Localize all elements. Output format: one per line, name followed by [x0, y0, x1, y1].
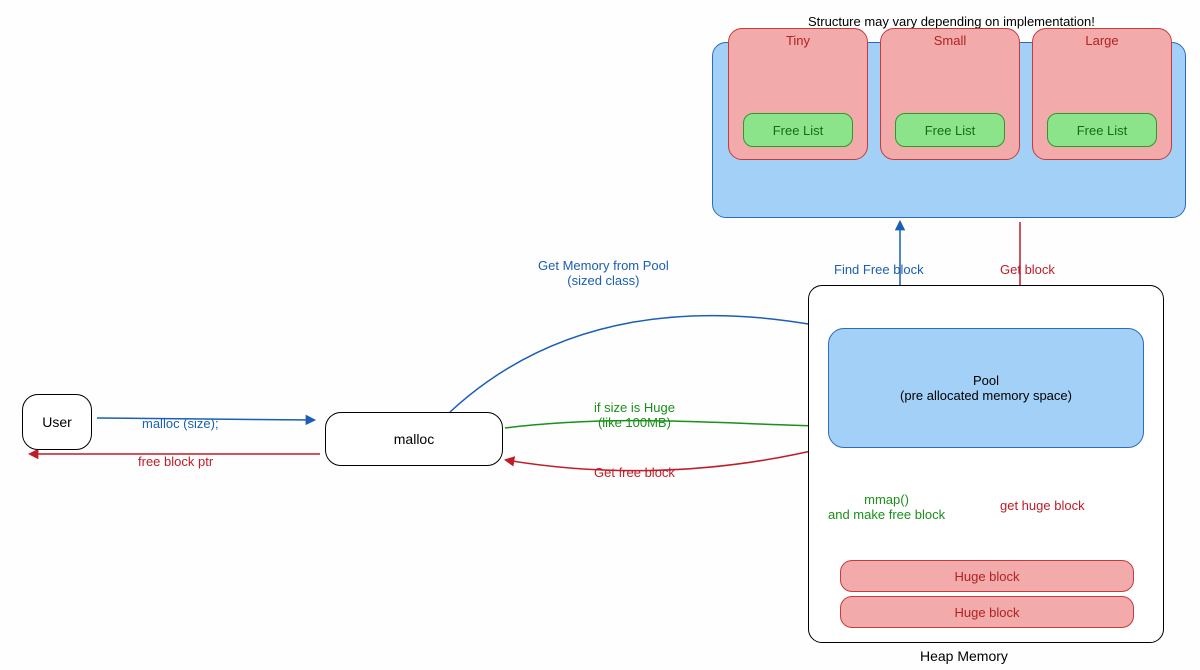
edge-get-huge-block: get huge block: [1000, 498, 1085, 513]
free-list-tiny: Free List: [743, 113, 853, 147]
size-class-small: Small Free List: [880, 28, 1020, 160]
heap-memory-label: Heap Memory: [920, 648, 1008, 664]
edge-mmap: mmap() and make free block: [828, 492, 945, 522]
pool-structure-note: Structure may vary depending on implemen…: [808, 14, 1095, 29]
free-list-large: Free List: [1047, 113, 1157, 147]
user-box: User: [22, 394, 92, 450]
malloc-box: malloc: [325, 412, 503, 466]
edge-if-huge: if size is Huge (like 100MB): [594, 400, 675, 430]
free-list-small: Free List: [895, 113, 1005, 147]
edge-find-free-block: Find Free block: [834, 262, 924, 277]
size-class-tiny: Tiny Free List: [728, 28, 868, 160]
edge-get-free-block: Get free block: [594, 465, 675, 480]
huge-block-1: Huge block: [840, 560, 1134, 592]
pool-inner-subtitle: (pre allocated memory space): [900, 388, 1072, 403]
huge-block-2: Huge block: [840, 596, 1134, 628]
size-class-large: Large Free List: [1032, 28, 1172, 160]
edge-get-memory-pool: Get Memory from Pool (sized class): [538, 258, 669, 288]
edge-malloc-call: malloc (size);: [142, 416, 219, 431]
size-class-tiny-label: Tiny: [729, 33, 867, 48]
pool-inner-box: Pool (pre allocated memory space): [828, 328, 1144, 448]
edge-get-block: Get block: [1000, 262, 1055, 277]
size-class-small-label: Small: [881, 33, 1019, 48]
edge-return-ptr: free block ptr: [138, 454, 213, 469]
size-class-large-label: Large: [1033, 33, 1171, 48]
pool-inner-title: Pool: [973, 373, 999, 388]
